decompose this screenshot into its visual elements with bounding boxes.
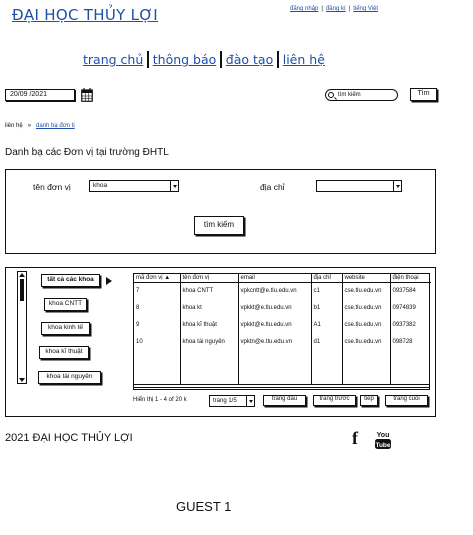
breadcrumb-separator: »	[27, 123, 32, 129]
site-title[interactable]: ĐẠI HỌC THỦY LỢI	[12, 6, 158, 24]
calendar-icon[interactable]	[81, 88, 93, 102]
youtube-icon[interactable]: You Tube	[375, 430, 391, 450]
category-engineering-button[interactable]: khoa kĩ thuật	[39, 346, 89, 359]
cell-phone: 0937584	[389, 282, 431, 299]
category-all-button[interactable]: tất cả các khoa	[41, 274, 100, 287]
nav-divider	[147, 51, 149, 68]
cell-code: 8	[136, 304, 140, 311]
cell-website: cse.tlu.edu.vn	[341, 316, 390, 333]
scroll-up-icon[interactable]	[19, 273, 25, 277]
cell-name: khoa kt	[179, 299, 238, 316]
cell-address: b1	[310, 299, 342, 316]
cell-website: cse.tlu.edu.vn	[341, 299, 390, 316]
cell-email: vpkkt@e.tlu.edu.vn	[237, 316, 311, 333]
top-links: đăng nhập | đăng kí | tiếng Việt	[290, 6, 379, 12]
table-header: mã đơn vị ▲ tên đơn vị email địa chỉ web…	[134, 274, 431, 283]
col-email[interactable]: email	[237, 274, 311, 283]
col-unit-name[interactable]: tên đơn vị	[179, 274, 238, 283]
cell-address: d1	[310, 333, 342, 350]
cell-name: khoa tài nguyên	[179, 333, 238, 350]
page-title: Danh bạ các Đơn vị tại trường ĐHTL	[5, 147, 169, 158]
nav-contact[interactable]: liên hệ	[283, 52, 325, 67]
table-row[interactable]: 7 khoa CNTT vpkcntt@e.tlu.edu.vn c1 cse.…	[134, 282, 431, 299]
search-placeholder: tìm kiếm	[338, 92, 361, 98]
main-nav: trang chủ thông báo đào tạo liên hệ	[83, 51, 325, 68]
table-row-empty	[134, 367, 431, 384]
search-input[interactable]: tìm kiếm	[325, 89, 398, 101]
address-label: địa chỉ	[260, 182, 285, 192]
category-scrollbar[interactable]	[17, 271, 27, 384]
category-economics-button[interactable]: khoa kinh tế	[41, 322, 90, 335]
cell-phone: 0937382	[389, 316, 431, 333]
play-arrow-icon	[106, 277, 112, 285]
cell-address: A1	[310, 316, 342, 333]
date-field[interactable]: 20/09 /2021	[5, 89, 75, 101]
table-row-empty	[134, 350, 431, 367]
chevron-down-icon	[170, 181, 178, 191]
col-address[interactable]: địa chỉ	[310, 274, 342, 283]
nav-training[interactable]: đào tạo	[226, 52, 273, 67]
facebook-icon[interactable]: f	[352, 428, 358, 449]
cell-name: khoa kĩ thuật	[179, 316, 238, 333]
breadcrumb: liên hệ » danh bạ đơn tị	[5, 123, 75, 129]
cell-phone: 098728	[389, 333, 431, 350]
scroll-down-icon[interactable]	[19, 378, 25, 382]
breadcrumb-root[interactable]: liên hệ	[5, 123, 23, 129]
category-cntt-button[interactable]: khoa CNTT	[44, 298, 87, 311]
cell-website: cse.tlu.edu.vn	[341, 282, 390, 299]
table-horizontal-scrollbar[interactable]	[133, 384, 430, 390]
unit-name-select[interactable]: khoa	[89, 180, 179, 192]
cell-email: vpkcntt@e.tlu.edu.vn	[237, 282, 311, 299]
breadcrumb-current[interactable]: danh bạ đơn tị	[36, 123, 75, 129]
last-page-button[interactable]: trang cuối	[385, 395, 428, 406]
cell-code: 10	[136, 338, 143, 345]
cell-code: 9	[136, 321, 140, 328]
nav-announcements[interactable]: thông báo	[153, 52, 217, 67]
col-unit-code[interactable]: mã đơn vị ▲	[134, 274, 180, 283]
chevron-down-icon	[246, 396, 254, 406]
nav-home[interactable]: trang chủ	[83, 52, 143, 67]
table-row[interactable]: 9 khoa kĩ thuật vpkkt@e.tlu.edu.vn A1 cs…	[134, 316, 431, 333]
nav-divider	[277, 51, 279, 68]
cell-address: c1	[310, 282, 342, 299]
col-website[interactable]: website	[341, 274, 390, 283]
pagination-info: Hiển thị 1 - 4 of 20 k	[133, 397, 187, 403]
find-button[interactable]: tìm kiếm	[194, 216, 244, 235]
unit-name-value: khoa	[93, 182, 108, 189]
search-icon	[328, 92, 334, 98]
cell-website: cse.tlu.edu.vn	[341, 333, 390, 350]
col-phone[interactable]: điện thoại	[389, 274, 431, 283]
category-resources-button[interactable]: khoa tài nguyên	[38, 371, 101, 384]
search-button[interactable]: Tìm	[410, 88, 437, 101]
cell-phone: 0974839	[389, 299, 431, 316]
register-link[interactable]: đăng kí	[326, 6, 346, 12]
cell-code: 7	[136, 287, 140, 294]
language-link[interactable]: tiếng Việt	[353, 6, 378, 12]
scroll-thumb[interactable]	[19, 279, 24, 301]
table-row[interactable]: 8 khoa kt vpkkt@e.tlu.edu.vn b1 cse.tlu.…	[134, 299, 431, 316]
youtube-word-bottom: Tube	[375, 442, 390, 449]
cell-email: vpkkt@e.tlu.edu.vn	[237, 299, 311, 316]
nav-divider	[220, 51, 222, 68]
units-table: mã đơn vị ▲ tên đơn vị email địa chỉ web…	[133, 273, 431, 388]
page-select-value: trang 1/5	[213, 398, 237, 404]
cell-name: khoa CNTT	[179, 282, 238, 299]
chevron-down-icon	[393, 181, 401, 191]
footer-copyright: 2021 ĐẠI HỌC THỦY LỢI	[5, 432, 133, 444]
cell-email: vpktn@e.tlu.edu.vn	[237, 333, 311, 350]
user-label: GUEST 1	[176, 499, 232, 514]
page-select[interactable]: trang 1/5	[209, 395, 255, 407]
address-select[interactable]	[316, 180, 402, 192]
prev-page-button[interactable]: trang trước	[313, 395, 356, 406]
youtube-word-top: You	[377, 432, 390, 439]
first-page-button[interactable]: trang đầu	[263, 395, 306, 406]
login-link[interactable]: đăng nhập	[290, 6, 318, 12]
next-page-button[interactable]: tiếp	[360, 395, 378, 406]
unit-name-label: tên đơn vị	[33, 182, 71, 192]
table-row[interactable]: 10 khoa tài nguyên vpktn@e.tlu.edu.vn d1…	[134, 333, 431, 350]
